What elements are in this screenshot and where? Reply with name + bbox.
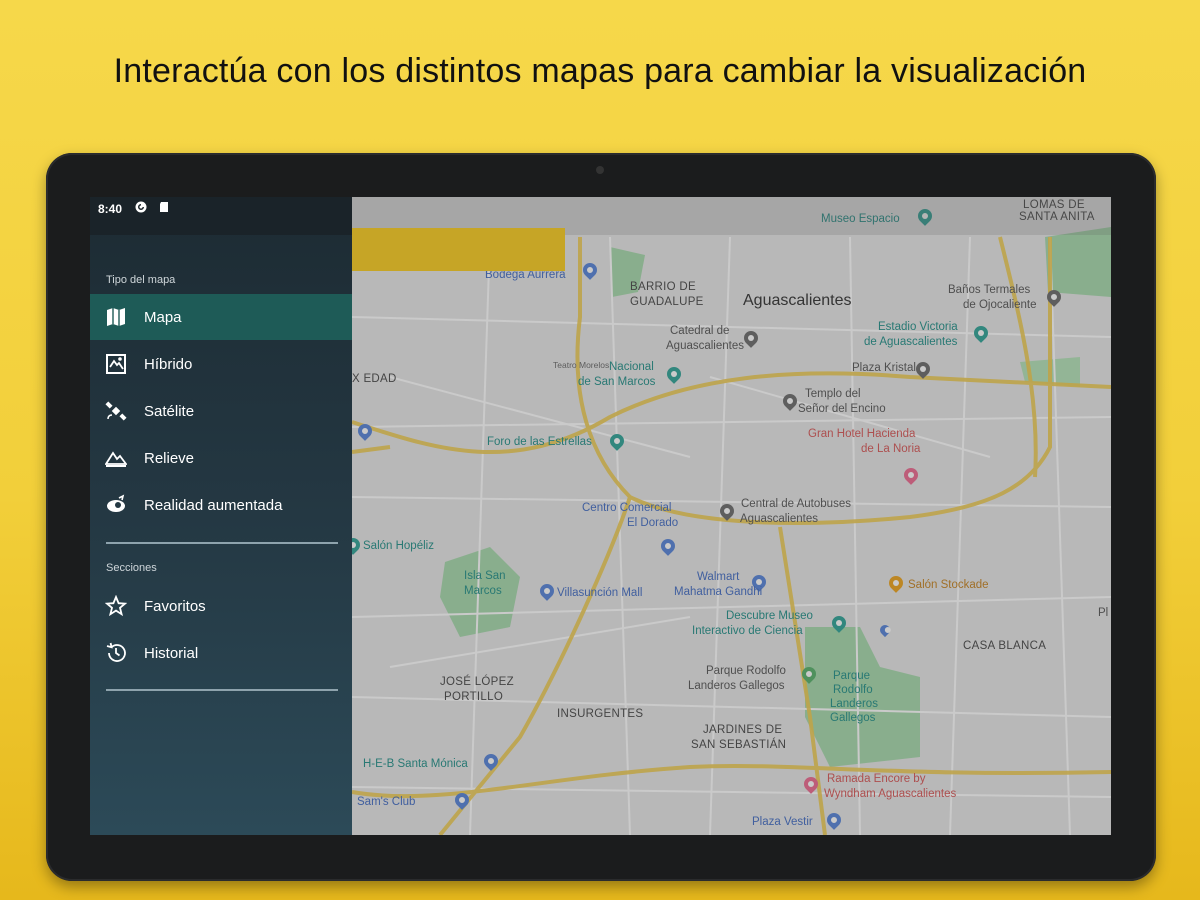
- menu-label: Relieve: [144, 449, 195, 467]
- device-screen: Museo Espacio LOMAS DE SANTA ANITA Bodeg…: [90, 197, 1111, 835]
- terrain-icon: [104, 446, 128, 470]
- menu-label: Historial: [144, 644, 199, 662]
- map-type-item-hibrido[interactable]: Híbrido: [90, 341, 352, 387]
- map-type-item-relieve[interactable]: Relieve: [90, 435, 352, 481]
- navigation-drawer: 8:40 Tipo del mapa Mapa Híbrido Satélite…: [90, 197, 352, 835]
- map-icon: [104, 305, 128, 329]
- front-camera: [596, 166, 604, 174]
- map-type-item-realidad-aumentada[interactable]: Realidad aumentada: [90, 482, 352, 528]
- hybrid-map-icon: [104, 352, 128, 376]
- search-bar[interactable]: [352, 228, 565, 271]
- divider: [106, 542, 338, 544]
- map-type-item-mapa[interactable]: Mapa: [90, 294, 352, 340]
- section-item-historial[interactable]: Historial: [90, 630, 352, 676]
- menu-label: Realidad aumentada: [144, 496, 283, 514]
- history-icon: [104, 641, 128, 665]
- divider: [106, 689, 338, 691]
- sd-card-icon: [160, 202, 168, 212]
- menu-label: Satélite: [144, 402, 195, 420]
- menu-label: Mapa: [144, 308, 182, 326]
- augmented-reality-icon: [104, 493, 128, 517]
- status-time: 8:40: [98, 202, 123, 216]
- satellite-icon: [104, 399, 128, 423]
- menu-label: Híbrido: [144, 355, 193, 373]
- menu-label: Favoritos: [144, 597, 206, 615]
- map-type-item-satelite[interactable]: Satélite: [90, 388, 352, 434]
- headline: Interactúa con los distintos mapas para …: [113, 52, 1087, 90]
- map-type-title: Tipo del mapa: [106, 274, 176, 286]
- section-item-favoritos[interactable]: Favoritos: [90, 583, 352, 629]
- sections-title: Secciones: [106, 562, 157, 574]
- pocket-casts-icon: [135, 201, 147, 213]
- star-icon: [104, 594, 128, 618]
- status-bar: 8:40: [90, 197, 352, 235]
